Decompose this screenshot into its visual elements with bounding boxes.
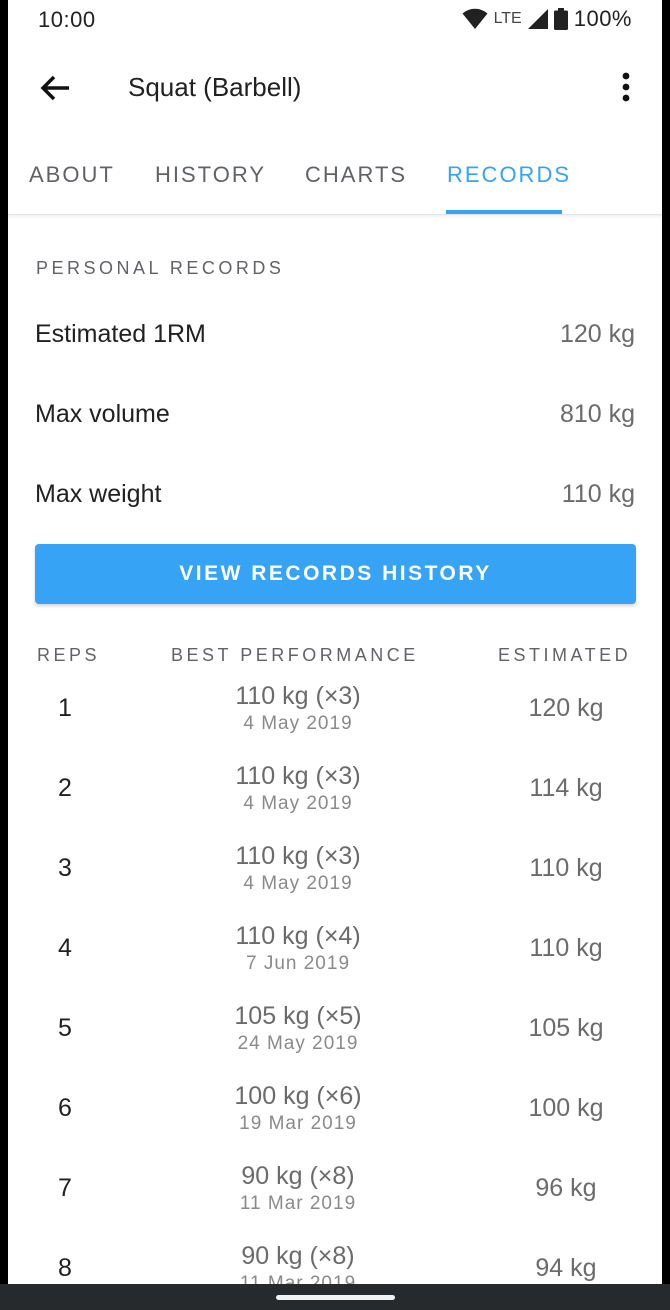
best-performance-value: 110 kg (×3) xyxy=(235,682,361,710)
best-performance: 105 kg (×5) 24 May 2019 xyxy=(198,1001,398,1057)
best-performance-value: 90 kg (×8) xyxy=(241,1162,355,1190)
reps-count: 1 xyxy=(58,694,72,722)
network-type: LTE xyxy=(493,10,522,27)
more-options-button[interactable] xyxy=(608,68,644,108)
best-performance-date: 11 Mar 2019 xyxy=(239,1273,357,1284)
estimated-value: 120 kg xyxy=(528,694,604,722)
reps-count: 6 xyxy=(58,1094,72,1122)
more-vert-icon xyxy=(622,72,630,102)
best-performance-date: 24 May 2019 xyxy=(237,1033,359,1054)
tab-history[interactable]: HISTORY xyxy=(155,162,266,188)
table-row: 1 110 kg (×3) 4 May 2019 120 kg xyxy=(8,681,662,761)
column-header-estimated: ESTIMATED xyxy=(498,645,632,665)
best-performance-date: 7 Jun 2019 xyxy=(245,953,351,974)
record-row-estimated-1rm: Estimated 1RM 120 kg xyxy=(35,320,635,360)
signal-icon xyxy=(527,9,548,29)
home-gesture-handle[interactable] xyxy=(276,1295,395,1300)
system-nav-bar xyxy=(0,1284,670,1310)
page-title: Squat (Barbell) xyxy=(128,72,302,102)
section-title-personal-records: PERSONAL RECORDS xyxy=(36,258,285,278)
column-header-best-performance: BEST PERFORMANCE xyxy=(171,645,419,665)
best-performance-value: 110 kg (×4) xyxy=(235,922,361,950)
best-performance-date: 4 May 2019 xyxy=(243,713,353,734)
record-value: 110 kg xyxy=(561,480,635,508)
reps-count: 4 xyxy=(58,934,72,962)
wifi-icon xyxy=(462,8,488,29)
arrow-left-icon xyxy=(40,75,69,101)
status-bar: 10:00 LTE 100% xyxy=(8,0,662,40)
tab-charts[interactable]: CHARTS xyxy=(305,162,407,188)
reps-count: 3 xyxy=(58,854,72,882)
estimated-value: 94 kg xyxy=(535,1254,597,1282)
table-row: 2 110 kg (×3) 4 May 2019 114 kg xyxy=(8,761,662,841)
active-tab-indicator xyxy=(446,210,562,214)
reps-count: 7 xyxy=(58,1174,72,1202)
status-time: 10:00 xyxy=(38,7,96,32)
table-row: 7 90 kg (×8) 11 Mar 2019 96 kg xyxy=(8,1161,662,1241)
best-performance-date: 4 May 2019 xyxy=(243,793,353,814)
back-button[interactable] xyxy=(36,68,76,108)
estimated-value: 100 kg xyxy=(528,1094,604,1122)
best-performance-date: 19 Mar 2019 xyxy=(239,1113,357,1134)
battery-percent: 100% xyxy=(573,6,632,31)
estimated-value: 96 kg xyxy=(535,1174,597,1202)
record-value: 120 kg xyxy=(559,320,635,348)
best-performance-date: 11 Mar 2019 xyxy=(239,1193,357,1214)
table-row: 6 100 kg (×6) 19 Mar 2019 100 kg xyxy=(8,1081,662,1161)
estimated-value: 114 kg xyxy=(529,774,603,802)
best-performance: 110 kg (×3) 4 May 2019 xyxy=(198,841,398,897)
reps-count: 2 xyxy=(58,774,72,802)
estimated-value: 105 kg xyxy=(528,1014,604,1042)
battery-icon xyxy=(553,8,568,30)
app-bar: Squat (Barbell) xyxy=(8,48,662,128)
table-row: 3 110 kg (×3) 4 May 2019 110 kg xyxy=(8,841,662,921)
best-performance: 90 kg (×8) 11 Mar 2019 xyxy=(198,1241,398,1284)
best-performance: 110 kg (×3) 4 May 2019 xyxy=(198,761,398,817)
best-performance-value: 90 kg (×8) xyxy=(241,1242,355,1270)
tab-bar: ABOUT HISTORY CHARTS RECORDS xyxy=(8,140,662,215)
record-value: 810 kg xyxy=(559,400,635,428)
tab-about[interactable]: ABOUT xyxy=(29,162,115,188)
estimated-value: 110 kg xyxy=(529,854,603,882)
reps-count: 8 xyxy=(58,1254,72,1282)
best-performance-value: 110 kg (×3) xyxy=(235,762,361,790)
status-icons: LTE 100% xyxy=(462,6,632,32)
best-performance-date: 4 May 2019 xyxy=(243,873,353,894)
record-label: Max weight xyxy=(35,480,162,508)
best-performance-value: 100 kg (×6) xyxy=(234,1082,362,1110)
record-row-max-volume: Max volume 810 kg xyxy=(35,400,635,440)
column-header-reps: REPS xyxy=(37,645,101,665)
record-label: Estimated 1RM xyxy=(35,320,206,348)
best-performance: 110 kg (×3) 4 May 2019 xyxy=(198,681,398,737)
best-performance: 100 kg (×6) 19 Mar 2019 xyxy=(198,1081,398,1137)
record-label: Max volume xyxy=(35,400,170,428)
best-performance: 110 kg (×4) 7 Jun 2019 xyxy=(198,921,398,977)
best-performance-value: 105 kg (×5) xyxy=(234,1002,362,1030)
table-row: 5 105 kg (×5) 24 May 2019 105 kg xyxy=(8,1001,662,1081)
app-screen: 10:00 LTE 100% Squat (Barbell) ABOUT HIS… xyxy=(8,0,662,1284)
best-performance: 90 kg (×8) 11 Mar 2019 xyxy=(198,1161,398,1217)
best-performance-value: 110 kg (×3) xyxy=(235,842,361,870)
estimated-value: 110 kg xyxy=(529,934,603,962)
view-records-history-button[interactable]: VIEW RECORDS HISTORY xyxy=(35,544,636,604)
table-row: 8 90 kg (×8) 11 Mar 2019 94 kg xyxy=(8,1241,662,1284)
table-row: 4 110 kg (×4) 7 Jun 2019 110 kg xyxy=(8,921,662,1001)
record-row-max-weight: Max weight 110 kg xyxy=(35,480,635,520)
reps-count: 5 xyxy=(58,1014,72,1042)
tab-records[interactable]: RECORDS xyxy=(447,162,571,188)
